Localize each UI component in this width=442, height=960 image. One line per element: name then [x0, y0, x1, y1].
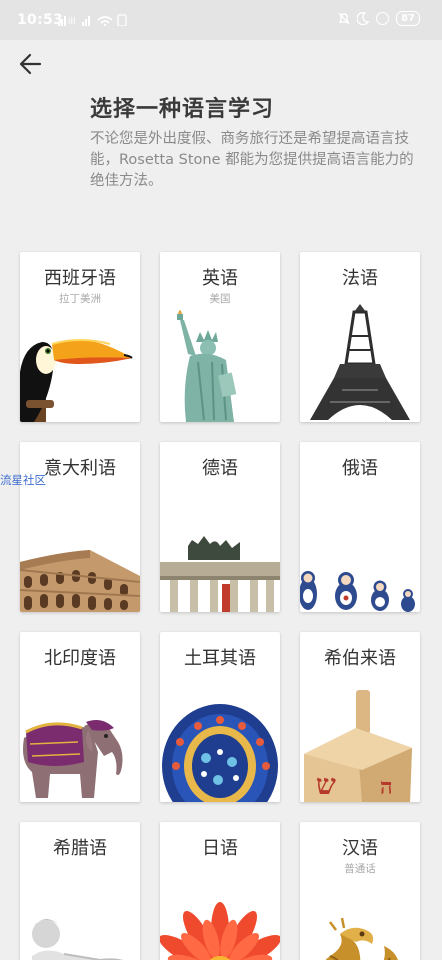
battery-indicator: 87	[396, 11, 420, 26]
gerbera-flower-image	[160, 902, 280, 960]
language-card-russian[interactable]: 俄语	[300, 442, 420, 612]
language-card-german[interactable]: 德语	[160, 442, 280, 612]
language-card-japanese[interactable]: 日语	[160, 822, 280, 960]
svg-text:ill: ill	[68, 17, 76, 26]
status-time: 10:53	[17, 12, 64, 28]
language-name: 希伯来语	[324, 648, 396, 669]
eiffel-tower-image	[310, 304, 410, 420]
statue-of-liberty-image	[177, 310, 237, 422]
language-card-french[interactable]: 法语	[300, 252, 420, 422]
watermark-label: 流星社区	[0, 473, 46, 487]
language-card-hindi[interactable]: 北印度语	[20, 632, 140, 802]
language-card-hebrew[interactable]: 希伯来语 ש ה	[300, 632, 420, 802]
toucan-image	[20, 339, 133, 422]
back-button[interactable]	[14, 50, 46, 78]
status-right-icons: 87	[338, 11, 420, 26]
moon-icon	[357, 12, 370, 25]
svg-text:ש: ש	[316, 768, 336, 801]
language-name: 德语	[202, 458, 238, 479]
sync-icon	[376, 12, 390, 25]
language-name: 法语	[342, 268, 378, 289]
language-card-greek[interactable]: 希腊语	[20, 822, 140, 960]
bell-off-icon	[338, 12, 350, 25]
language-name: 汉语	[342, 838, 378, 859]
language-name: 英语	[202, 268, 238, 289]
svg-text:ה: ה	[380, 774, 393, 800]
brandenburg-gate-image	[160, 536, 280, 612]
colosseum-image	[20, 550, 140, 612]
arrow-left-icon	[19, 53, 42, 75]
language-name: 希腊语	[53, 838, 107, 859]
language-card-chinese[interactable]: 汉语 普通话	[300, 822, 420, 960]
signal-icon: ill	[58, 14, 127, 26]
greek-statue-image	[31, 919, 124, 960]
language-card-turkish[interactable]: 土耳其语	[160, 632, 280, 802]
status-bar: 10:53 ill 87	[0, 0, 442, 40]
elephant-image	[23, 720, 123, 798]
language-name: 俄语	[342, 458, 378, 479]
dreidel-image: ש ה	[304, 690, 412, 802]
language-name: 土耳其语	[184, 648, 256, 669]
language-name: 日语	[202, 838, 238, 859]
language-name: 北印度语	[44, 648, 116, 669]
language-card-english[interactable]: 英语 美国	[160, 252, 280, 422]
decorative-plate-image	[162, 704, 278, 802]
page-description: 不论您是外出度假、商务旅行还是希望提高语言技能，Rosetta Stone 都能…	[90, 131, 414, 189]
language-card-italian[interactable]: 意大利语	[20, 442, 140, 612]
page-title: 选择一种语言学习	[90, 97, 275, 122]
golden-dragon-image	[325, 917, 398, 960]
matryoshka-dolls-image	[300, 571, 415, 612]
language-card-spanish[interactable]: 西班牙语 拉丁美洲	[20, 252, 140, 422]
language-name: 西班牙语	[44, 268, 116, 289]
